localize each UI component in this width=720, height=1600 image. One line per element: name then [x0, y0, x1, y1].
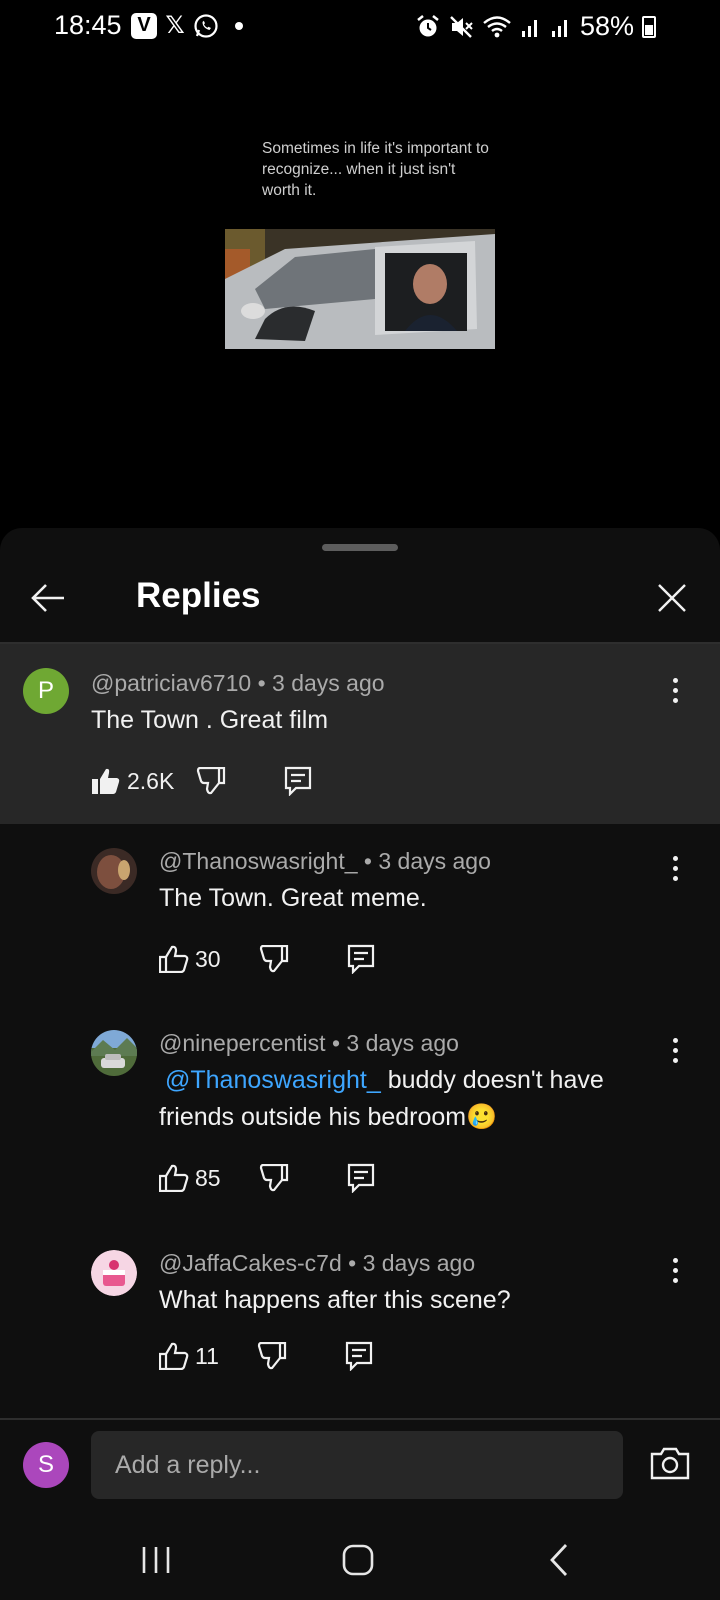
comment-icon	[285, 766, 312, 796]
like-button[interactable]: 2.6K	[91, 767, 174, 795]
comment-time: 3 days ago	[272, 670, 385, 696]
like-count: 30	[195, 945, 221, 972]
back-nav-button[interactable]	[530, 1538, 590, 1582]
recent-apps-icon	[142, 1547, 170, 1573]
x-icon: 𝕏	[165, 12, 185, 39]
comment-meta: @JaffaCakes-c7d • 3 days ago	[159, 1250, 476, 1276]
thumb-down-icon	[259, 945, 288, 973]
thumb-up-filled-icon	[92, 768, 120, 794]
sheet-title: Replies	[136, 576, 261, 615]
like-button[interactable]: 11	[159, 1342, 219, 1370]
comment-actions: 2.6K	[91, 761, 312, 801]
more-options-button[interactable]	[660, 848, 690, 888]
camera-button[interactable]	[650, 1446, 694, 1484]
avatar[interactable]	[91, 1030, 137, 1076]
comment-icon	[345, 1341, 372, 1371]
comment-text: The Town. Great meme.	[159, 884, 427, 912]
meme-caption: Sometimes in life it's important to reco…	[262, 140, 489, 199]
thumb-down-icon	[257, 1342, 286, 1370]
like-count: 2.6K	[127, 767, 175, 794]
comment-meta: @Thanoswasright_ • 3 days ago	[159, 848, 491, 874]
battery-percent: 58%	[579, 11, 634, 41]
status-bar: 18:45 V 𝕏 58%	[0, 0, 720, 52]
dislike-button[interactable]	[196, 767, 226, 795]
comment-time: 3 days ago	[346, 1030, 459, 1056]
avatar[interactable]	[91, 1250, 137, 1296]
comment-text: What happens after this scene?	[159, 1286, 511, 1314]
more-options-button[interactable]	[660, 1250, 690, 1290]
mute-icon	[450, 15, 473, 38]
comment-meta: @patriciav6710 • 3 days ago	[91, 670, 385, 696]
comment-icon	[347, 1163, 374, 1193]
dislike-button[interactable]	[257, 1342, 287, 1370]
notification-dot	[235, 21, 243, 30]
meme-image	[225, 229, 495, 349]
avatar[interactable]	[91, 848, 137, 894]
back-button[interactable]	[26, 576, 70, 620]
signal-icon	[521, 19, 537, 37]
comment-text: @Thanoswasright_ buddy doesn't have frie…	[159, 1066, 604, 1131]
comment-actions: 85	[159, 1158, 375, 1198]
comment-author[interactable]: @ninepercentist	[159, 1030, 326, 1056]
avatar[interactable]: P	[23, 668, 69, 714]
like-count: 85	[195, 1164, 221, 1191]
recent-apps-button[interactable]	[126, 1538, 186, 1582]
battery-icon	[642, 15, 656, 38]
reply-button[interactable]	[284, 766, 312, 796]
comment-actions: 30	[159, 939, 375, 979]
home-button[interactable]	[328, 1538, 388, 1582]
back-chevron-icon	[550, 1544, 568, 1576]
comment-meta: @ninepercentist • 3 days ago	[159, 1030, 459, 1056]
comment-time: 3 days ago	[362, 1250, 476, 1276]
alarm-icon	[417, 14, 439, 36]
vimeo-icon: V	[131, 12, 157, 39]
reply-button[interactable]	[345, 1341, 373, 1371]
reply-button[interactable]	[347, 944, 375, 974]
like-button[interactable]: 30	[159, 945, 221, 973]
dislike-button[interactable]	[259, 945, 289, 973]
status-time: 18:45	[54, 10, 122, 40]
drag-handle[interactable]	[322, 544, 398, 551]
system-nav-bar	[0, 1520, 720, 1600]
close-icon	[658, 584, 686, 612]
whatsapp-icon	[194, 13, 218, 38]
dislike-button[interactable]	[259, 1164, 289, 1192]
like-count: 11	[195, 1342, 219, 1369]
comment-author[interactable]: @Thanoswasright_	[159, 848, 358, 874]
comment-time: 3 days ago	[378, 848, 491, 874]
emoji: 🥲	[466, 1103, 498, 1131]
more-options-button[interactable]	[660, 1030, 690, 1070]
wifi-icon	[483, 15, 511, 37]
replies-sheet: Replies P @patriciav6710 • 3 days ago Th…	[0, 528, 720, 1600]
reply-button[interactable]	[347, 1163, 375, 1193]
user-avatar[interactable]: S	[23, 1442, 69, 1488]
mention-link[interactable]: @Thanoswasright_	[165, 1066, 381, 1094]
parent-comment: P @patriciav6710 • 3 days ago The Town .…	[0, 644, 720, 824]
camera-icon	[650, 1447, 690, 1480]
comment-icon	[347, 944, 374, 974]
like-button[interactable]: 85	[159, 1164, 221, 1192]
arrow-left-icon	[31, 584, 64, 612]
thumb-down-icon	[259, 1164, 288, 1192]
reply-bar-divider	[0, 1418, 720, 1420]
comment-actions: 11	[159, 1336, 373, 1376]
thumb-down-icon	[197, 767, 226, 795]
comment-text: The Town . Great film	[91, 706, 329, 734]
thumb-up-icon	[159, 1342, 189, 1370]
signal-icon	[551, 19, 567, 37]
thumb-up-icon	[159, 1164, 189, 1192]
video-player[interactable]: Sometimes in life it's important to reco…	[0, 52, 720, 527]
thumb-up-icon	[159, 945, 189, 973]
close-button[interactable]	[650, 576, 694, 620]
reply-input[interactable]	[91, 1431, 623, 1499]
more-options-button[interactable]	[660, 670, 690, 710]
comment-author[interactable]: @JaffaCakes-c7d	[159, 1250, 342, 1276]
home-icon	[342, 1544, 374, 1576]
comment-author[interactable]: @patriciav6710	[91, 670, 251, 696]
